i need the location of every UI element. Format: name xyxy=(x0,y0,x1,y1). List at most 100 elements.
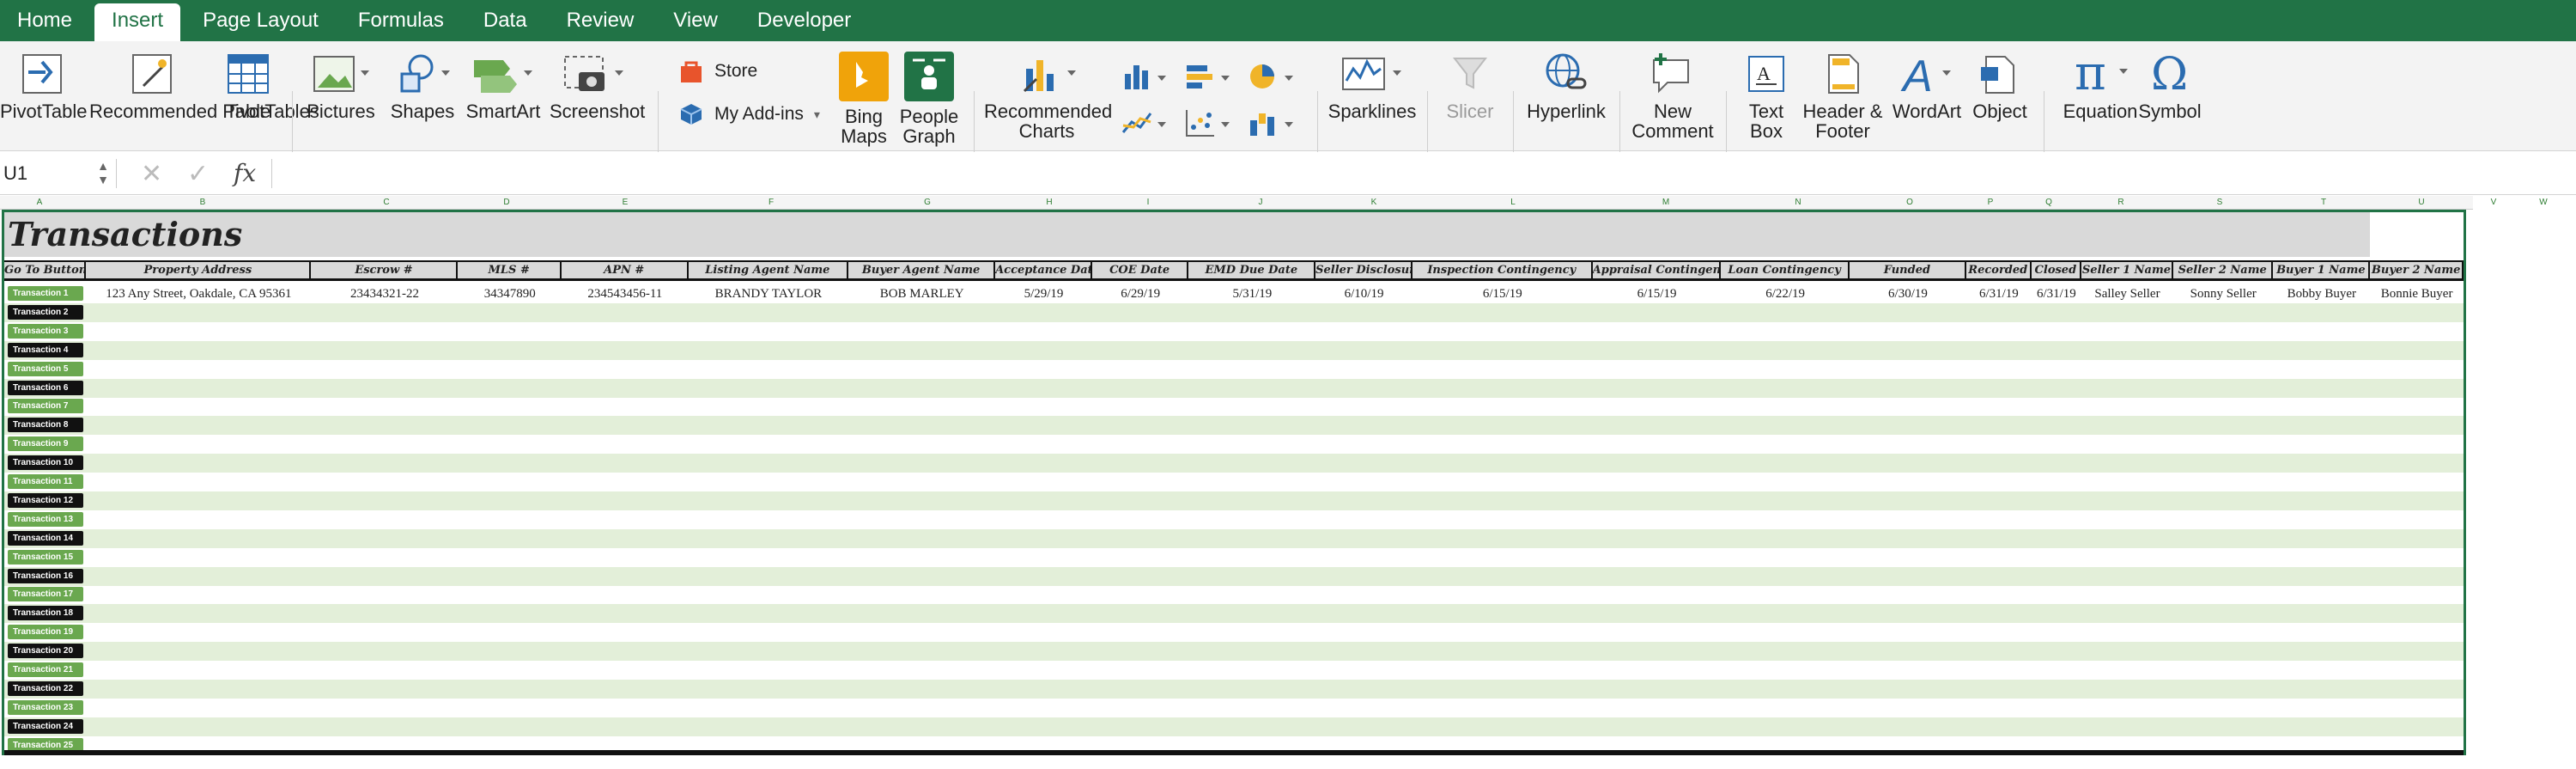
table-cell[interactable] xyxy=(459,397,562,416)
table-cell[interactable] xyxy=(312,360,459,379)
table-cell[interactable] xyxy=(995,642,1092,661)
table-cell[interactable] xyxy=(312,473,459,491)
table-cell[interactable] xyxy=(1966,454,2032,473)
table-cell[interactable] xyxy=(2273,642,2370,661)
table-cell[interactable]: 6/29/19 xyxy=(1092,284,1189,303)
tab-formulas[interactable]: Formulas xyxy=(341,3,461,41)
column-letter[interactable]: B xyxy=(200,198,206,207)
table-cell[interactable] xyxy=(86,680,311,699)
table-cell[interactable] xyxy=(1721,567,1850,586)
table-cell[interactable] xyxy=(459,435,562,454)
table-cell[interactable] xyxy=(1092,585,1189,604)
table-cell[interactable] xyxy=(2081,567,2173,586)
table-cell[interactable] xyxy=(1413,604,1593,623)
table-cell[interactable] xyxy=(2032,379,2081,398)
table-cell[interactable] xyxy=(1092,604,1189,623)
table-cell[interactable] xyxy=(2370,604,2464,623)
table-cell[interactable] xyxy=(1721,604,1850,623)
table-cell[interactable] xyxy=(995,548,1092,567)
table-cell[interactable] xyxy=(848,379,995,398)
table-cell[interactable] xyxy=(1593,529,1722,548)
table-cell[interactable] xyxy=(2370,397,2464,416)
table-cell[interactable]: Sonny Seller xyxy=(2173,284,2274,303)
table-cell[interactable] xyxy=(1593,623,1722,642)
table-cell[interactable] xyxy=(562,717,689,736)
table-cell[interactable] xyxy=(459,303,562,322)
table-cell[interactable] xyxy=(1189,397,1316,416)
table-cell[interactable] xyxy=(2032,435,2081,454)
transaction-button[interactable]: Transaction 23 xyxy=(8,699,83,715)
table-cell[interactable] xyxy=(562,435,689,454)
table-cell[interactable] xyxy=(1593,397,1722,416)
table-cell[interactable] xyxy=(1413,360,1593,379)
table-cell[interactable] xyxy=(312,379,459,398)
table-cell[interactable] xyxy=(562,585,689,604)
table-cell[interactable] xyxy=(2081,717,2173,736)
table-cell[interactable] xyxy=(848,360,995,379)
waterfall-chart-icon[interactable] xyxy=(1249,108,1297,137)
table-cell[interactable] xyxy=(995,567,1092,586)
table-cell[interactable] xyxy=(86,548,311,567)
column-letter[interactable]: O xyxy=(1906,198,1913,207)
table-cell[interactable] xyxy=(562,642,689,661)
table-cell[interactable] xyxy=(1189,435,1316,454)
table-cell[interactable] xyxy=(689,454,849,473)
table-cell[interactable] xyxy=(312,680,459,699)
formula-input[interactable] xyxy=(271,159,2564,188)
symbol-button[interactable]: Ω Symbol xyxy=(2138,50,2202,122)
table-cell[interactable] xyxy=(86,379,311,398)
table-cell[interactable] xyxy=(1315,699,1413,717)
table-cell[interactable] xyxy=(1593,303,1722,322)
table-cell[interactable] xyxy=(1721,303,1850,322)
table-cell[interactable] xyxy=(689,642,849,661)
table-cell[interactable] xyxy=(2173,341,2274,360)
table-cell[interactable] xyxy=(1092,416,1189,435)
table-cell[interactable] xyxy=(2370,585,2464,604)
transaction-button[interactable]: Transaction 2 xyxy=(8,304,83,320)
table-cell[interactable] xyxy=(1721,642,1850,661)
table-cell[interactable] xyxy=(2032,360,2081,379)
table-cell[interactable] xyxy=(2032,661,2081,680)
table-cell[interactable] xyxy=(848,435,995,454)
table-cell[interactable] xyxy=(689,360,849,379)
table-cell[interactable] xyxy=(2032,604,2081,623)
table-cell[interactable] xyxy=(562,397,689,416)
screenshot-button[interactable]: Screenshot xyxy=(550,52,645,122)
table-cell[interactable] xyxy=(1315,303,1413,322)
table-cell[interactable]: 6/30/19 xyxy=(1850,284,1966,303)
table-cell[interactable] xyxy=(689,303,849,322)
table-cell[interactable] xyxy=(86,510,311,529)
table-cell[interactable]: Salley Seller xyxy=(2081,284,2173,303)
table-cell[interactable] xyxy=(1189,548,1316,567)
table-cell[interactable] xyxy=(1593,473,1722,491)
table-cell[interactable] xyxy=(1092,717,1189,736)
table-cell[interactable] xyxy=(459,379,562,398)
table-cell[interactable] xyxy=(312,604,459,623)
enter-icon[interactable]: ✓ xyxy=(187,159,209,189)
table-cell[interactable] xyxy=(1315,491,1413,510)
column-letter[interactable]: E xyxy=(623,198,629,207)
table-cell[interactable] xyxy=(562,604,689,623)
table-cell[interactable] xyxy=(562,510,689,529)
table-cell[interactable] xyxy=(562,661,689,680)
table-cell[interactable] xyxy=(1189,529,1316,548)
table-cell[interactable] xyxy=(1189,623,1316,642)
tab-insert[interactable]: Insert xyxy=(94,3,181,41)
table-cell[interactable] xyxy=(86,585,311,604)
table-cell[interactable] xyxy=(86,416,311,435)
shapes-button[interactable]: Shapes xyxy=(388,52,457,122)
table-cell[interactable] xyxy=(2081,379,2173,398)
table-cell[interactable] xyxy=(995,661,1092,680)
table-cell[interactable] xyxy=(1315,435,1413,454)
table-cell[interactable] xyxy=(1721,341,1850,360)
table-cell[interactable] xyxy=(995,604,1092,623)
table-cell[interactable] xyxy=(2273,322,2370,341)
table-cell[interactable] xyxy=(1413,567,1593,586)
table-cell[interactable]: BRANDY TAYLOR xyxy=(689,284,849,303)
table-cell[interactable] xyxy=(1593,341,1722,360)
table-cell[interactable] xyxy=(1092,397,1189,416)
table-cell[interactable] xyxy=(312,661,459,680)
table-cell[interactable] xyxy=(689,341,849,360)
table-cell[interactable] xyxy=(848,303,995,322)
table-cell[interactable] xyxy=(312,454,459,473)
